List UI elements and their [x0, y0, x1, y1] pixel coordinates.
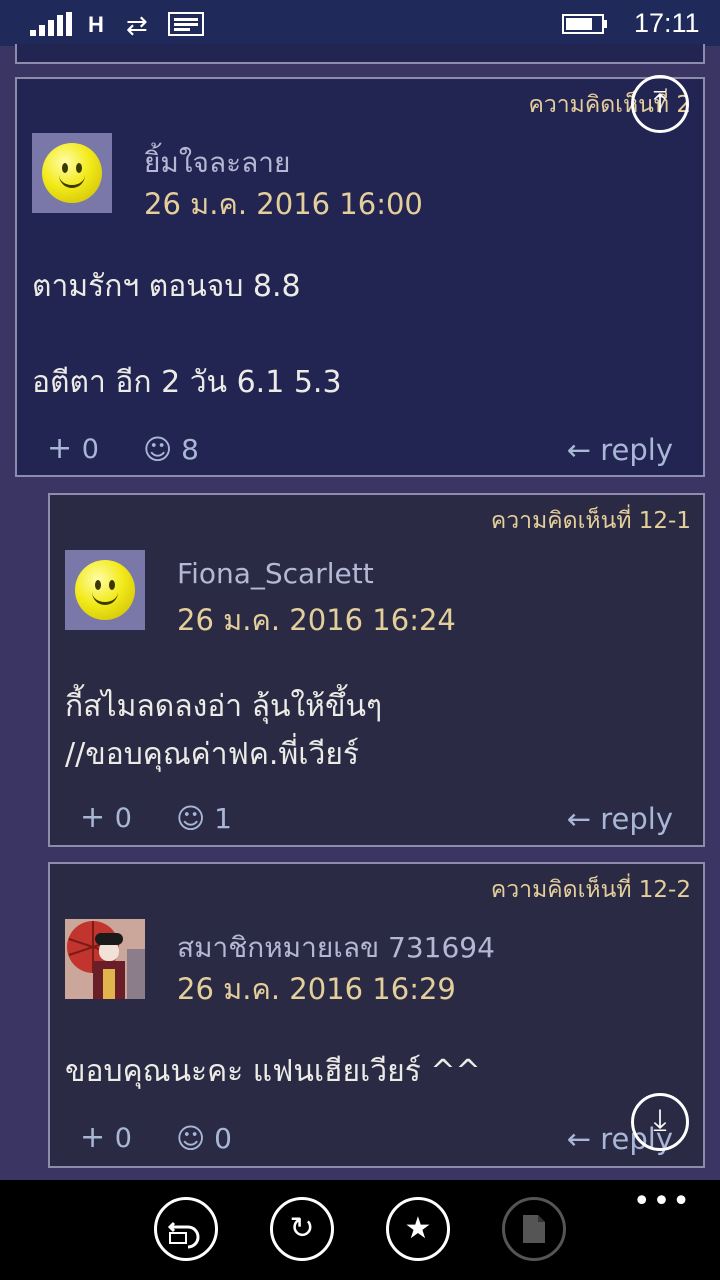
comment-text-line: กี้สไมลดลงอ่า ลุ้นให้ขึ้นๆ [65, 689, 383, 724]
reply-button[interactable]: ← reply [567, 433, 673, 467]
emotion-count: 8 [181, 433, 199, 466]
star-icon: ★ [404, 1211, 432, 1246]
plus-vote-button[interactable]: + 0 [80, 800, 132, 835]
app-bar: ↻ ★ ••• [0, 1180, 720, 1280]
reply-label: reply [600, 802, 673, 836]
plus-count: 0 [81, 434, 99, 465]
emotion-button[interactable]: ☺ 0 [176, 1122, 232, 1155]
plus-count: 0 [114, 1123, 132, 1154]
username[interactable]: ยิ้มใจละลาย [144, 141, 290, 185]
favorite-button[interactable]: ★ [386, 1197, 450, 1261]
reply-arrow-icon: ← [566, 802, 592, 836]
status-bar: H ⇄ 17:11 [0, 0, 720, 46]
back-to-topic-button[interactable] [154, 1197, 218, 1261]
avatar[interactable] [32, 133, 112, 213]
username[interactable]: Fiona_Scarlett [177, 557, 374, 590]
comment-text-line: ขอบคุณนะคะ แฟนเฮียเวียร์ ^^ [65, 1054, 481, 1089]
smiley-icon: ☺ [143, 433, 173, 466]
reply-comment-card: ความคิดเห็นที่ 12-2 สมาชิกหมายเลข 731694… [48, 862, 705, 1168]
network-type: H [88, 12, 104, 37]
emotion-count: 0 [214, 1122, 232, 1155]
post-date: 26 ม.ค. 2016 16:24 [177, 603, 456, 637]
comment-text-line: //ขอบคุณค่าฟค.พี่เวียร์ [65, 737, 360, 772]
plus-icon: + [47, 431, 73, 466]
post-date: 26 ม.ค. 2016 16:00 [144, 187, 423, 221]
plus-vote-button[interactable]: + 0 [47, 431, 99, 466]
reply-arrow-icon: ← [566, 433, 592, 467]
arrow-to-bottom-icon: ⤓ [653, 1103, 667, 1138]
username[interactable]: สมาชิกหมายเลข 731694 [177, 926, 495, 970]
smiley-icon: ☺ [176, 1122, 206, 1155]
emotion-button[interactable]: ☺ 8 [143, 433, 199, 466]
plus-icon: + [80, 1120, 106, 1155]
back-to-topic-icon [167, 1221, 200, 1249]
geisha-photo-avatar [65, 919, 145, 999]
smiley-avatar-icon [75, 560, 135, 620]
comment-number: ความคิดเห็นที่ 12-2 [490, 877, 691, 903]
comment-text-line: ตามรักฯ ตอนจบ 8.8 [32, 269, 301, 304]
more-options-button[interactable]: ••• [633, 1184, 692, 1219]
data-transfer-icon: ⇄ [126, 10, 148, 40]
message-icon [168, 12, 204, 36]
reply-button[interactable]: ← reply [567, 802, 673, 836]
document-button[interactable] [502, 1197, 566, 1261]
arrow-to-top-icon: ⤒ [653, 85, 667, 120]
emotion-count: 1 [214, 802, 232, 835]
scroll-to-top-button[interactable]: ⤒ [631, 75, 689, 133]
clock: 17:11 [634, 8, 700, 38]
reply-comment-card: ความคิดเห็นที่ 12-1 Fiona_Scarlett 26 ม.… [48, 493, 705, 847]
smiley-icon: ☺ [176, 802, 206, 835]
comment-card: ความคิดเห็นที่ 2 ยิ้มใจละลาย 26 ม.ค. 201… [15, 77, 705, 477]
battery-icon [562, 14, 607, 34]
comment-number: ความคิดเห็นที่ 12-1 [490, 508, 691, 534]
post-date: 26 ม.ค. 2016 16:29 [177, 972, 456, 1006]
plus-icon: + [80, 800, 106, 835]
avatar[interactable] [65, 919, 145, 999]
document-icon [523, 1215, 545, 1243]
avatar[interactable] [65, 550, 145, 630]
refresh-icon: ↻ [289, 1211, 315, 1246]
plus-vote-button[interactable]: + 0 [80, 1120, 132, 1155]
plus-count: 0 [114, 803, 132, 834]
scroll-to-bottom-button[interactable]: ⤓ [631, 1093, 689, 1151]
reply-arrow-icon: ← [566, 1122, 592, 1156]
emotion-button[interactable]: ☺ 1 [176, 802, 232, 835]
signal-strength-icon [30, 12, 72, 36]
reply-label: reply [600, 433, 673, 467]
previous-comment-card [15, 44, 705, 64]
smiley-avatar-icon [42, 143, 102, 203]
comment-text-line: อตีตา อีก 2 วัน 6.1 5.3 [32, 365, 342, 400]
refresh-button[interactable]: ↻ [270, 1197, 334, 1261]
